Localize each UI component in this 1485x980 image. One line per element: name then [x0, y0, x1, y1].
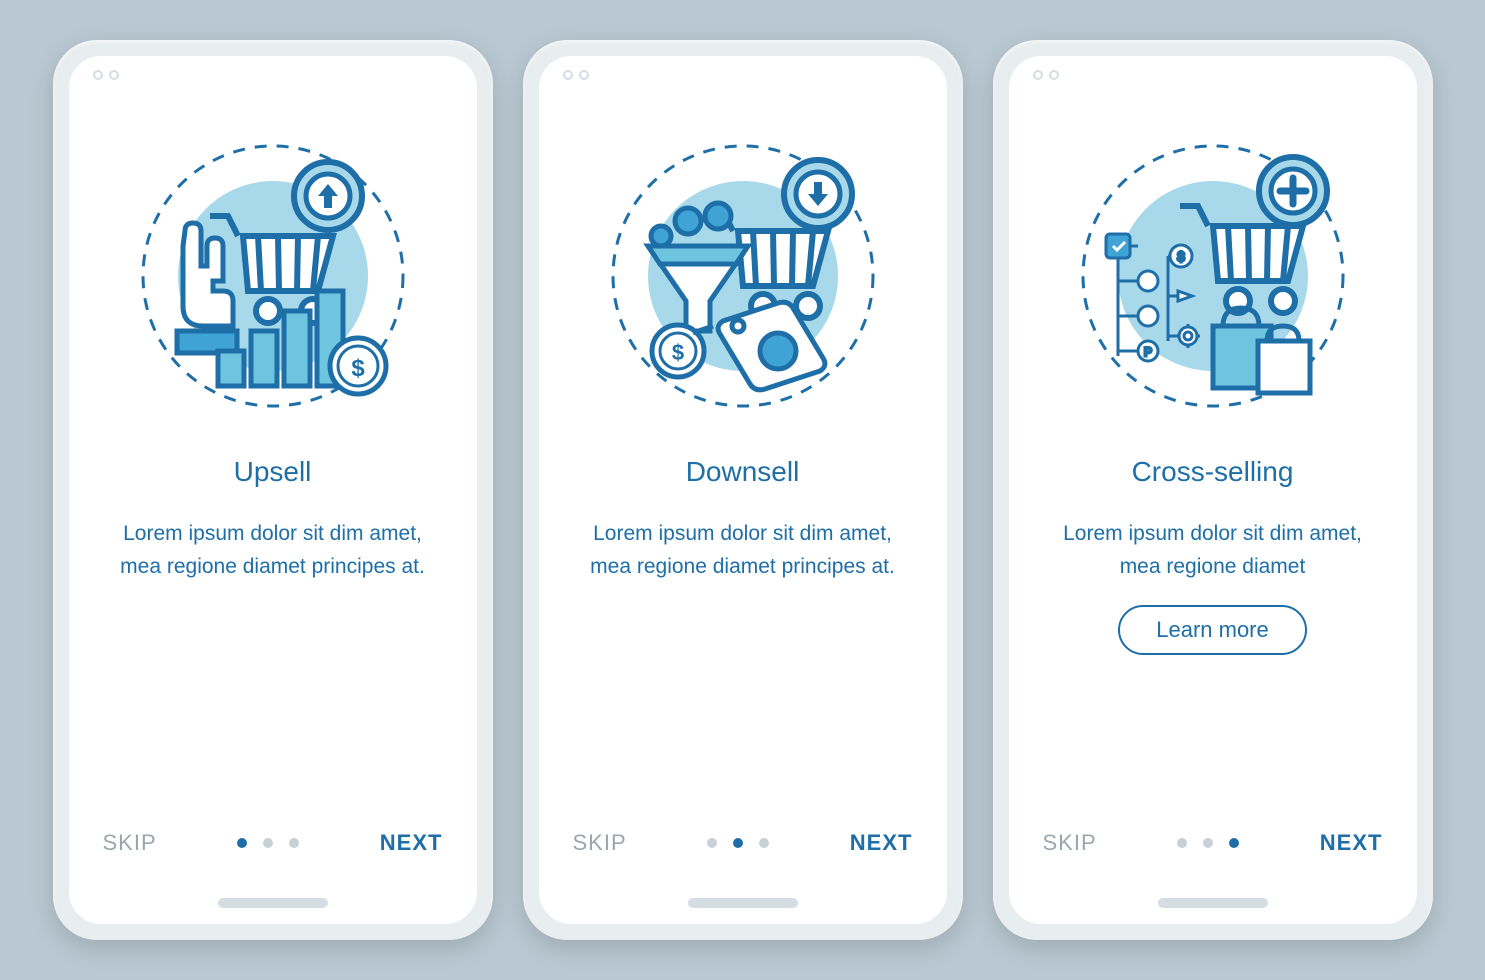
- skip-button[interactable]: SKIP: [573, 830, 627, 856]
- onboarding-nav: SKIP NEXT: [573, 830, 913, 856]
- dot: [289, 838, 299, 848]
- phone-mockup: $ Upsell Lorem ipsum dolor sit dim amet,…: [53, 40, 493, 940]
- screen-title: Downsell: [686, 456, 800, 488]
- arrow-up-icon: [294, 162, 362, 230]
- screen-title: Cross-selling: [1132, 456, 1294, 488]
- cross-selling-illustration: P $: [1063, 126, 1363, 426]
- dot: [707, 838, 717, 848]
- plus-icon: [1259, 157, 1327, 225]
- screen-title: Upsell: [234, 456, 312, 488]
- svg-text:P: P: [1143, 345, 1151, 359]
- svg-text:$: $: [351, 355, 365, 382]
- page-indicator: [237, 838, 299, 848]
- onboarding-nav: SKIP NEXT: [1043, 830, 1383, 856]
- home-indicator: [688, 898, 798, 908]
- page-indicator: [707, 838, 769, 848]
- onboarding-screen-1: $ Upsell Lorem ipsum dolor sit dim amet,…: [69, 56, 477, 924]
- arrow-down-icon: [784, 160, 852, 228]
- dot: [1229, 838, 1239, 848]
- svg-text:$: $: [1177, 249, 1185, 264]
- dot: [237, 838, 247, 848]
- dollar-icon: $: [330, 338, 386, 394]
- next-button[interactable]: NEXT: [380, 830, 443, 856]
- upsell-illustration: $: [123, 126, 423, 426]
- screen-description: Lorem ipsum dolor sit dim amet, mea regi…: [1043, 518, 1383, 583]
- camera-speaker-dots: [93, 70, 119, 80]
- dot: [1203, 838, 1213, 848]
- phone-mockup: P $ Cross-selling Lorem ipsum dolor sit …: [993, 40, 1433, 940]
- next-button[interactable]: NEXT: [1320, 830, 1383, 856]
- dot: [263, 838, 273, 848]
- camera-speaker-dots: [1033, 70, 1059, 80]
- dot: [733, 838, 743, 848]
- dot: [759, 838, 769, 848]
- phone-mockup: $ Downsell Lorem ipsum dolor sit dim ame…: [523, 40, 963, 940]
- onboarding-screen-3: P $ Cross-selling Lorem ipsum dolor sit …: [1009, 56, 1417, 924]
- downsell-illustration: $: [593, 126, 893, 426]
- page-indicator: [1177, 838, 1239, 848]
- camera-speaker-dots: [563, 70, 589, 80]
- dot: [1177, 838, 1187, 848]
- learn-more-button[interactable]: Learn more: [1118, 605, 1307, 655]
- screen-description: Lorem ipsum dolor sit dim amet, mea regi…: [103, 518, 443, 583]
- onboarding-screen-2: $ Downsell Lorem ipsum dolor sit dim ame…: [539, 56, 947, 924]
- skip-button[interactable]: SKIP: [1043, 830, 1097, 856]
- home-indicator: [1158, 898, 1268, 908]
- skip-button[interactable]: SKIP: [103, 830, 157, 856]
- screen-description: Lorem ipsum dolor sit dim amet, mea regi…: [573, 518, 913, 583]
- next-button[interactable]: NEXT: [850, 830, 913, 856]
- home-indicator: [218, 898, 328, 908]
- onboarding-nav: SKIP NEXT: [103, 830, 443, 856]
- svg-text:$: $: [671, 340, 683, 365]
